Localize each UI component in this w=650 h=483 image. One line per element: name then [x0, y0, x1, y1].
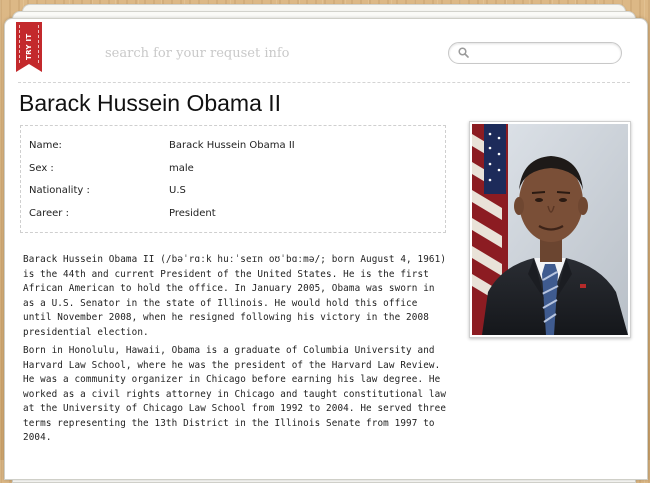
portrait-image [472, 124, 628, 335]
field-value: Barack Hussein Obama II [169, 140, 295, 151]
field-value: male [169, 163, 194, 174]
search-icon [458, 47, 469, 58]
page-title: Barack Hussein Obama II [19, 90, 282, 116]
search-box[interactable] [448, 42, 622, 64]
portrait-photo [469, 121, 631, 338]
search-input[interactable] [473, 45, 617, 61]
field-label: Career : [29, 208, 69, 219]
field-value: U.S [169, 185, 186, 196]
bookmark-label: TRY IT [25, 33, 33, 61]
field-label: Nationality : [29, 185, 90, 196]
field-label: Sex : [29, 163, 54, 174]
bio-paragraph: Born in Honolulu, Hawaii, Obama is a gra… [23, 345, 447, 443]
info-table: Name: Barack Hussein Obama II Sex : male… [20, 125, 446, 233]
header-divider [18, 82, 630, 83]
field-label: Name: [29, 140, 62, 151]
field-value: President [169, 208, 216, 219]
bio-paragraph: Barack Hussein Obama II (/bəˈrɑːk huːˈse… [23, 254, 447, 338]
search-hint-text: search for your requset info [105, 46, 290, 61]
